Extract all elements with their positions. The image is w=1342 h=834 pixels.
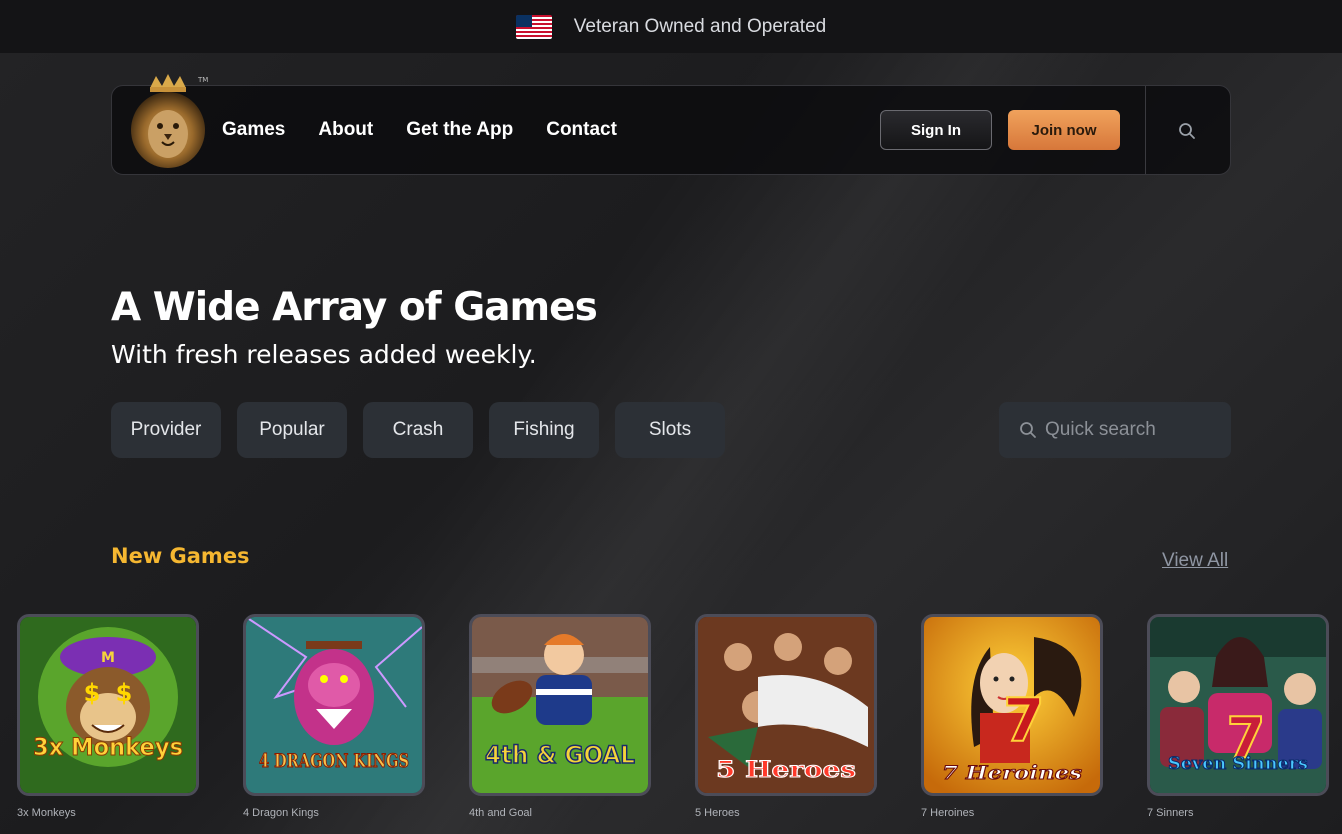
game-card[interactable]: 5 Heroes 5 Heroes (695, 614, 877, 819)
game-thumbnail[interactable]: M $ $ 3x Monkeys (17, 614, 199, 796)
game-name: 5 Heroes (695, 807, 740, 819)
header-divider (1145, 86, 1146, 174)
game-card[interactable]: M $ $ 3x Monkeys 3x Monkeys (17, 614, 199, 819)
game-name: 4th and Goal (469, 807, 532, 819)
game-thumbnail[interactable]: 4 DRAGON KINGS (243, 614, 425, 796)
game-card[interactable]: 7 Seven Sinners 7 Sinners (1147, 614, 1329, 819)
nav-games[interactable]: Games (222, 119, 285, 141)
search-icon[interactable] (1178, 122, 1196, 140)
game-name: 7 Sinners (1147, 807, 1194, 819)
sign-in-button[interactable]: Sign In (880, 110, 992, 150)
join-now-button[interactable]: Join now (1008, 110, 1120, 150)
game-card[interactable]: 4 DRAGON KINGS 4 Dragon Kings (243, 614, 425, 819)
hero-title: A Wide Array of Games (111, 285, 598, 330)
game-card[interactable]: 7 7 Heroines 7 Heroines (921, 614, 1103, 819)
filter-slots[interactable]: Slots (615, 402, 725, 458)
filter-provider[interactable]: Provider (111, 402, 221, 458)
svg-text:$: $ (116, 679, 133, 707)
game-art-title: 4 DRAGON KINGS (259, 750, 409, 772)
svg-text:M: M (101, 650, 115, 666)
nav-get-the-app[interactable]: Get the App (406, 119, 513, 141)
nav-contact[interactable]: Contact (546, 119, 617, 141)
game-art-title: Seven Sinners (1168, 754, 1308, 774)
game-art-title: 5 Heroes (716, 757, 856, 783)
game-name: 4 Dragon Kings (243, 807, 319, 819)
game-art-title: 7 Heroines (942, 762, 1082, 784)
filter-fishing[interactable]: Fishing (489, 402, 599, 458)
new-games-title: New Games (111, 544, 250, 568)
announcement-bar: Veteran Owned and Operated (0, 0, 1342, 53)
game-name: 3x Monkeys (17, 807, 76, 819)
svg-text:$: $ (84, 679, 101, 707)
filter-popular[interactable]: Popular (237, 402, 347, 458)
svg-text:7: 7 (1003, 686, 1045, 756)
game-thumbnail[interactable]: 7 Seven Sinners (1147, 614, 1329, 796)
search-icon (1020, 422, 1036, 438)
lion-logo-icon[interactable]: TM (128, 74, 208, 170)
view-all-link[interactable]: View All (1162, 550, 1228, 572)
nav-about[interactable]: About (318, 119, 373, 141)
quick-search-box[interactable] (999, 402, 1231, 458)
announcement-text: Veteran Owned and Operated (573, 15, 827, 37)
game-thumbnail[interactable]: 5 Heroes (695, 614, 877, 796)
filter-crash[interactable]: Crash (363, 402, 473, 458)
svg-text:TM: TM (197, 76, 208, 84)
game-thumbnail[interactable]: 4th & GOAL (469, 614, 651, 796)
game-name: 7 Heroines (921, 807, 975, 819)
site-header: TM Games About Get the App Contact Sign … (111, 74, 1231, 175)
category-filters: Provider Popular Crash Fishing Slots (111, 402, 725, 458)
us-flag-icon (515, 14, 552, 39)
game-art-title: 3x Monkeys (33, 733, 183, 761)
game-card[interactable]: 4th & GOAL 4th and Goal (469, 614, 651, 819)
game-art-title: 4th & GOAL (485, 741, 635, 769)
main-nav: Games About Get the App Contact (222, 86, 617, 174)
game-thumbnail[interactable]: 7 7 Heroines (921, 614, 1103, 796)
quick-search-input[interactable] (1045, 419, 1225, 441)
hero-subtitle: With fresh releases added weekly. (111, 340, 537, 369)
